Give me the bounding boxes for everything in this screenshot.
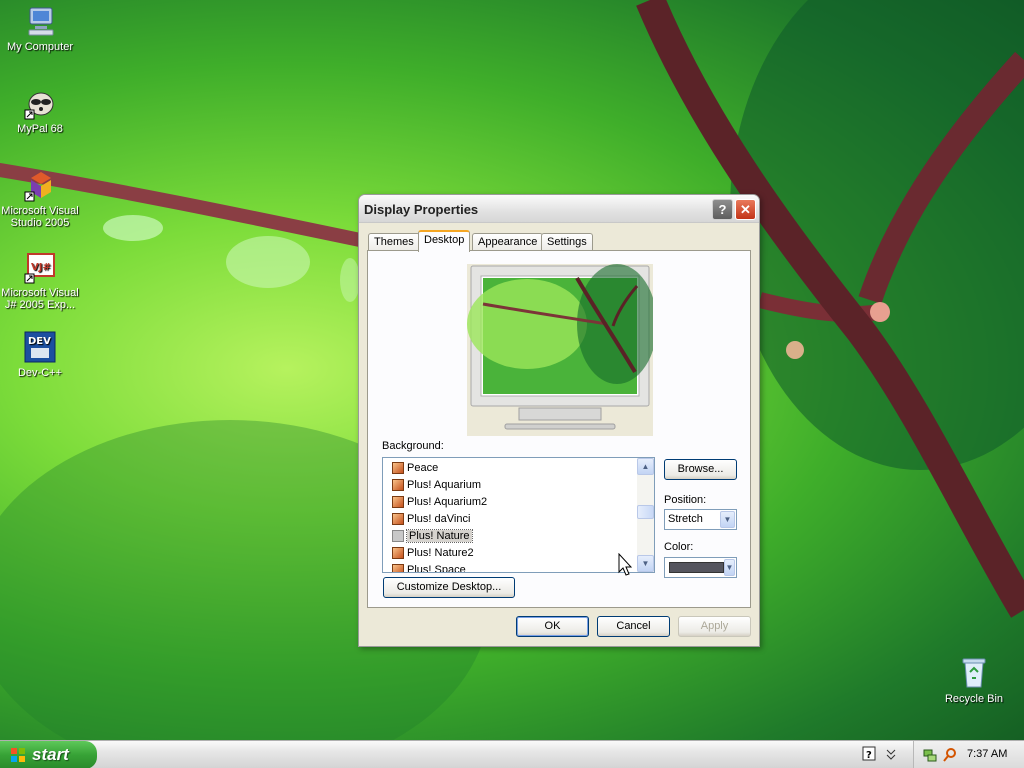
system-tray: 7:37 AM bbox=[913, 741, 1024, 768]
network-icon[interactable] bbox=[922, 747, 938, 763]
tab-settings[interactable]: Settings bbox=[541, 233, 593, 251]
color-swatch bbox=[669, 562, 724, 573]
tab-appearance[interactable]: Appearance bbox=[472, 233, 544, 251]
image-file-icon bbox=[392, 513, 404, 525]
jsharp-icon: VJ# bbox=[24, 253, 55, 284]
mouse-cursor-icon bbox=[618, 553, 632, 576]
visual-studio-icon bbox=[24, 172, 51, 202]
background-listbox[interactable]: Peace Plus! Aquarium Plus! Aquarium2 Plu… bbox=[382, 457, 655, 573]
desktop-tab-panel: Background: Peace Plus! Aquarium Plus! A… bbox=[367, 250, 751, 608]
image-file-icon bbox=[392, 479, 404, 491]
visual-studio-shortcut[interactable]: Microsoft Visual Studio 2005 bbox=[0, 168, 80, 229]
listbox-scrollbar[interactable]: ▲ ▼ bbox=[637, 458, 654, 572]
help-button[interactable]: ? bbox=[712, 199, 733, 220]
list-item[interactable]: Peace bbox=[391, 460, 438, 476]
windows-logo-icon bbox=[11, 748, 25, 762]
tab-themes[interactable]: Themes bbox=[368, 233, 420, 251]
mypal-label: MyPal 68 bbox=[17, 123, 63, 135]
list-item[interactable]: Plus! daVinci bbox=[391, 511, 470, 527]
help-topics-icon[interactable]: ? bbox=[862, 746, 876, 762]
position-select[interactable]: Stretch ▼ bbox=[664, 509, 737, 530]
visual-jsharp-shortcut[interactable]: VJ# Microsoft Visual J# 2005 Exp... bbox=[0, 250, 80, 311]
cancel-button[interactable]: Cancel bbox=[597, 616, 670, 637]
color-label: Color: bbox=[664, 541, 694, 553]
list-item[interactable]: Plus! Aquarium bbox=[391, 477, 481, 493]
dev-cpp-label: Dev-C++ bbox=[17, 367, 63, 379]
search-icon[interactable] bbox=[942, 747, 958, 763]
taskbar: start ? 7:37 AM bbox=[0, 740, 1024, 768]
chevron-down-icon[interactable]: ▼ bbox=[720, 511, 735, 528]
image-file-icon bbox=[392, 530, 404, 542]
close-button[interactable]: ✕ bbox=[735, 199, 756, 220]
image-file-icon bbox=[392, 547, 404, 559]
tab-desktop[interactable]: Desktop bbox=[418, 230, 471, 252]
dialog-titlebar[interactable]: Display Properties ? ✕ bbox=[359, 195, 759, 223]
list-item[interactable]: Plus! Space bbox=[391, 562, 466, 572]
recycle-bin-graphic-icon bbox=[962, 658, 986, 688]
recycle-bin-icon[interactable]: Recycle Bin bbox=[934, 656, 1014, 705]
background-label: Background: bbox=[382, 440, 444, 452]
dev-cpp-shortcut[interactable]: DEV Dev-C++ bbox=[0, 330, 80, 379]
quick-launch-chevron-icon[interactable] bbox=[884, 746, 898, 762]
svg-text:?: ? bbox=[866, 750, 872, 761]
browse-button[interactable]: Browse... bbox=[664, 459, 737, 480]
dev-cpp-icon: DEV bbox=[24, 331, 56, 363]
start-label: start bbox=[32, 745, 69, 764]
scroll-down-icon[interactable]: ▼ bbox=[637, 555, 654, 572]
chevron-down-icon[interactable]: ▼ bbox=[724, 559, 735, 576]
dialog-title: Display Properties bbox=[364, 202, 479, 217]
visual-jsharp-label: Microsoft Visual J# 2005 Exp... bbox=[1, 287, 79, 311]
image-file-icon bbox=[392, 496, 404, 508]
apply-button[interactable]: Apply bbox=[678, 616, 751, 637]
visual-studio-label: Microsoft Visual Studio 2005 bbox=[1, 205, 79, 229]
list-item[interactable]: Plus! Nature2 bbox=[391, 545, 474, 561]
svg-text:DEV: DEV bbox=[28, 336, 51, 347]
scroll-up-icon[interactable]: ▲ bbox=[637, 458, 654, 475]
list-item[interactable]: Plus! Aquarium2 bbox=[391, 494, 487, 510]
image-file-icon bbox=[392, 564, 404, 572]
clock[interactable]: 7:37 AM bbox=[967, 748, 1007, 760]
start-button[interactable]: start bbox=[0, 741, 97, 768]
monitor-preview bbox=[467, 264, 653, 436]
my-computer-label: My Computer bbox=[6, 41, 74, 53]
ok-button[interactable]: OK bbox=[516, 616, 589, 637]
position-label: Position: bbox=[664, 494, 707, 506]
my-computer-icon[interactable]: My Computer bbox=[0, 4, 80, 53]
mypal-shortcut[interactable]: MyPal 68 bbox=[0, 86, 80, 135]
color-picker[interactable]: ▼ bbox=[664, 557, 737, 578]
customize-desktop-button[interactable]: Customize Desktop... bbox=[383, 577, 515, 598]
recycle-bin-label: Recycle Bin bbox=[944, 693, 1004, 705]
computer-icon bbox=[28, 7, 54, 36]
raccoon-icon bbox=[24, 92, 54, 120]
scroll-thumb[interactable] bbox=[637, 505, 654, 519]
svg-text:VJ#: VJ# bbox=[31, 262, 51, 273]
position-value: Stretch bbox=[668, 513, 703, 525]
display-properties-dialog: Display Properties ? ✕ Themes Desktop Ap… bbox=[358, 194, 760, 647]
list-item-selected[interactable]: Plus! Nature bbox=[391, 528, 473, 544]
image-file-icon bbox=[392, 462, 404, 474]
